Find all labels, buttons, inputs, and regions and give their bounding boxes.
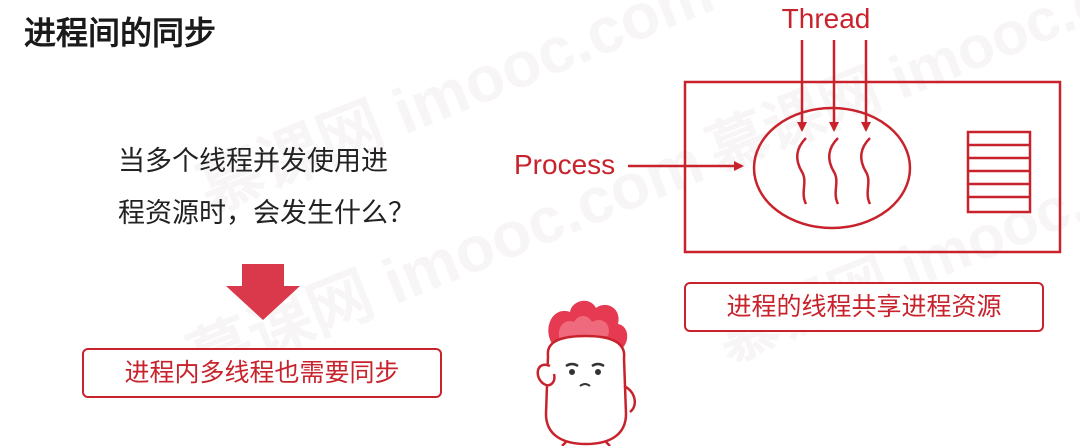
conclusion-box: 进程内多线程也需要同步: [82, 348, 442, 398]
thread-squiggle-3: [860, 137, 872, 205]
resource-stack-icon: [966, 130, 1032, 214]
thread-squiggle-1: [796, 137, 808, 205]
thread-label: Thread: [782, 3, 871, 34]
slide: 慕课网 imooc.com 慕课网 imooc.com 慕课网 imooc.co…: [0, 0, 1080, 448]
thread-squiggle-2: [828, 137, 840, 205]
process-label: Process: [514, 149, 615, 180]
slide-title: 进程间的同步: [24, 14, 217, 52]
down-arrow-icon: [226, 264, 300, 320]
question-text: 当多个线程并发使用进 程资源时，会发生什么？: [118, 136, 438, 240]
process-thread-diagram: Thread Process: [514, 3, 1062, 254]
shared-resources-caption: 进程的线程共享进程资源: [684, 282, 1044, 332]
mascot-icon: [536, 300, 637, 446]
question-line-1: 当多个线程并发使用进: [118, 146, 388, 177]
question-line-2: 程资源时，会发生什么？: [118, 198, 415, 229]
